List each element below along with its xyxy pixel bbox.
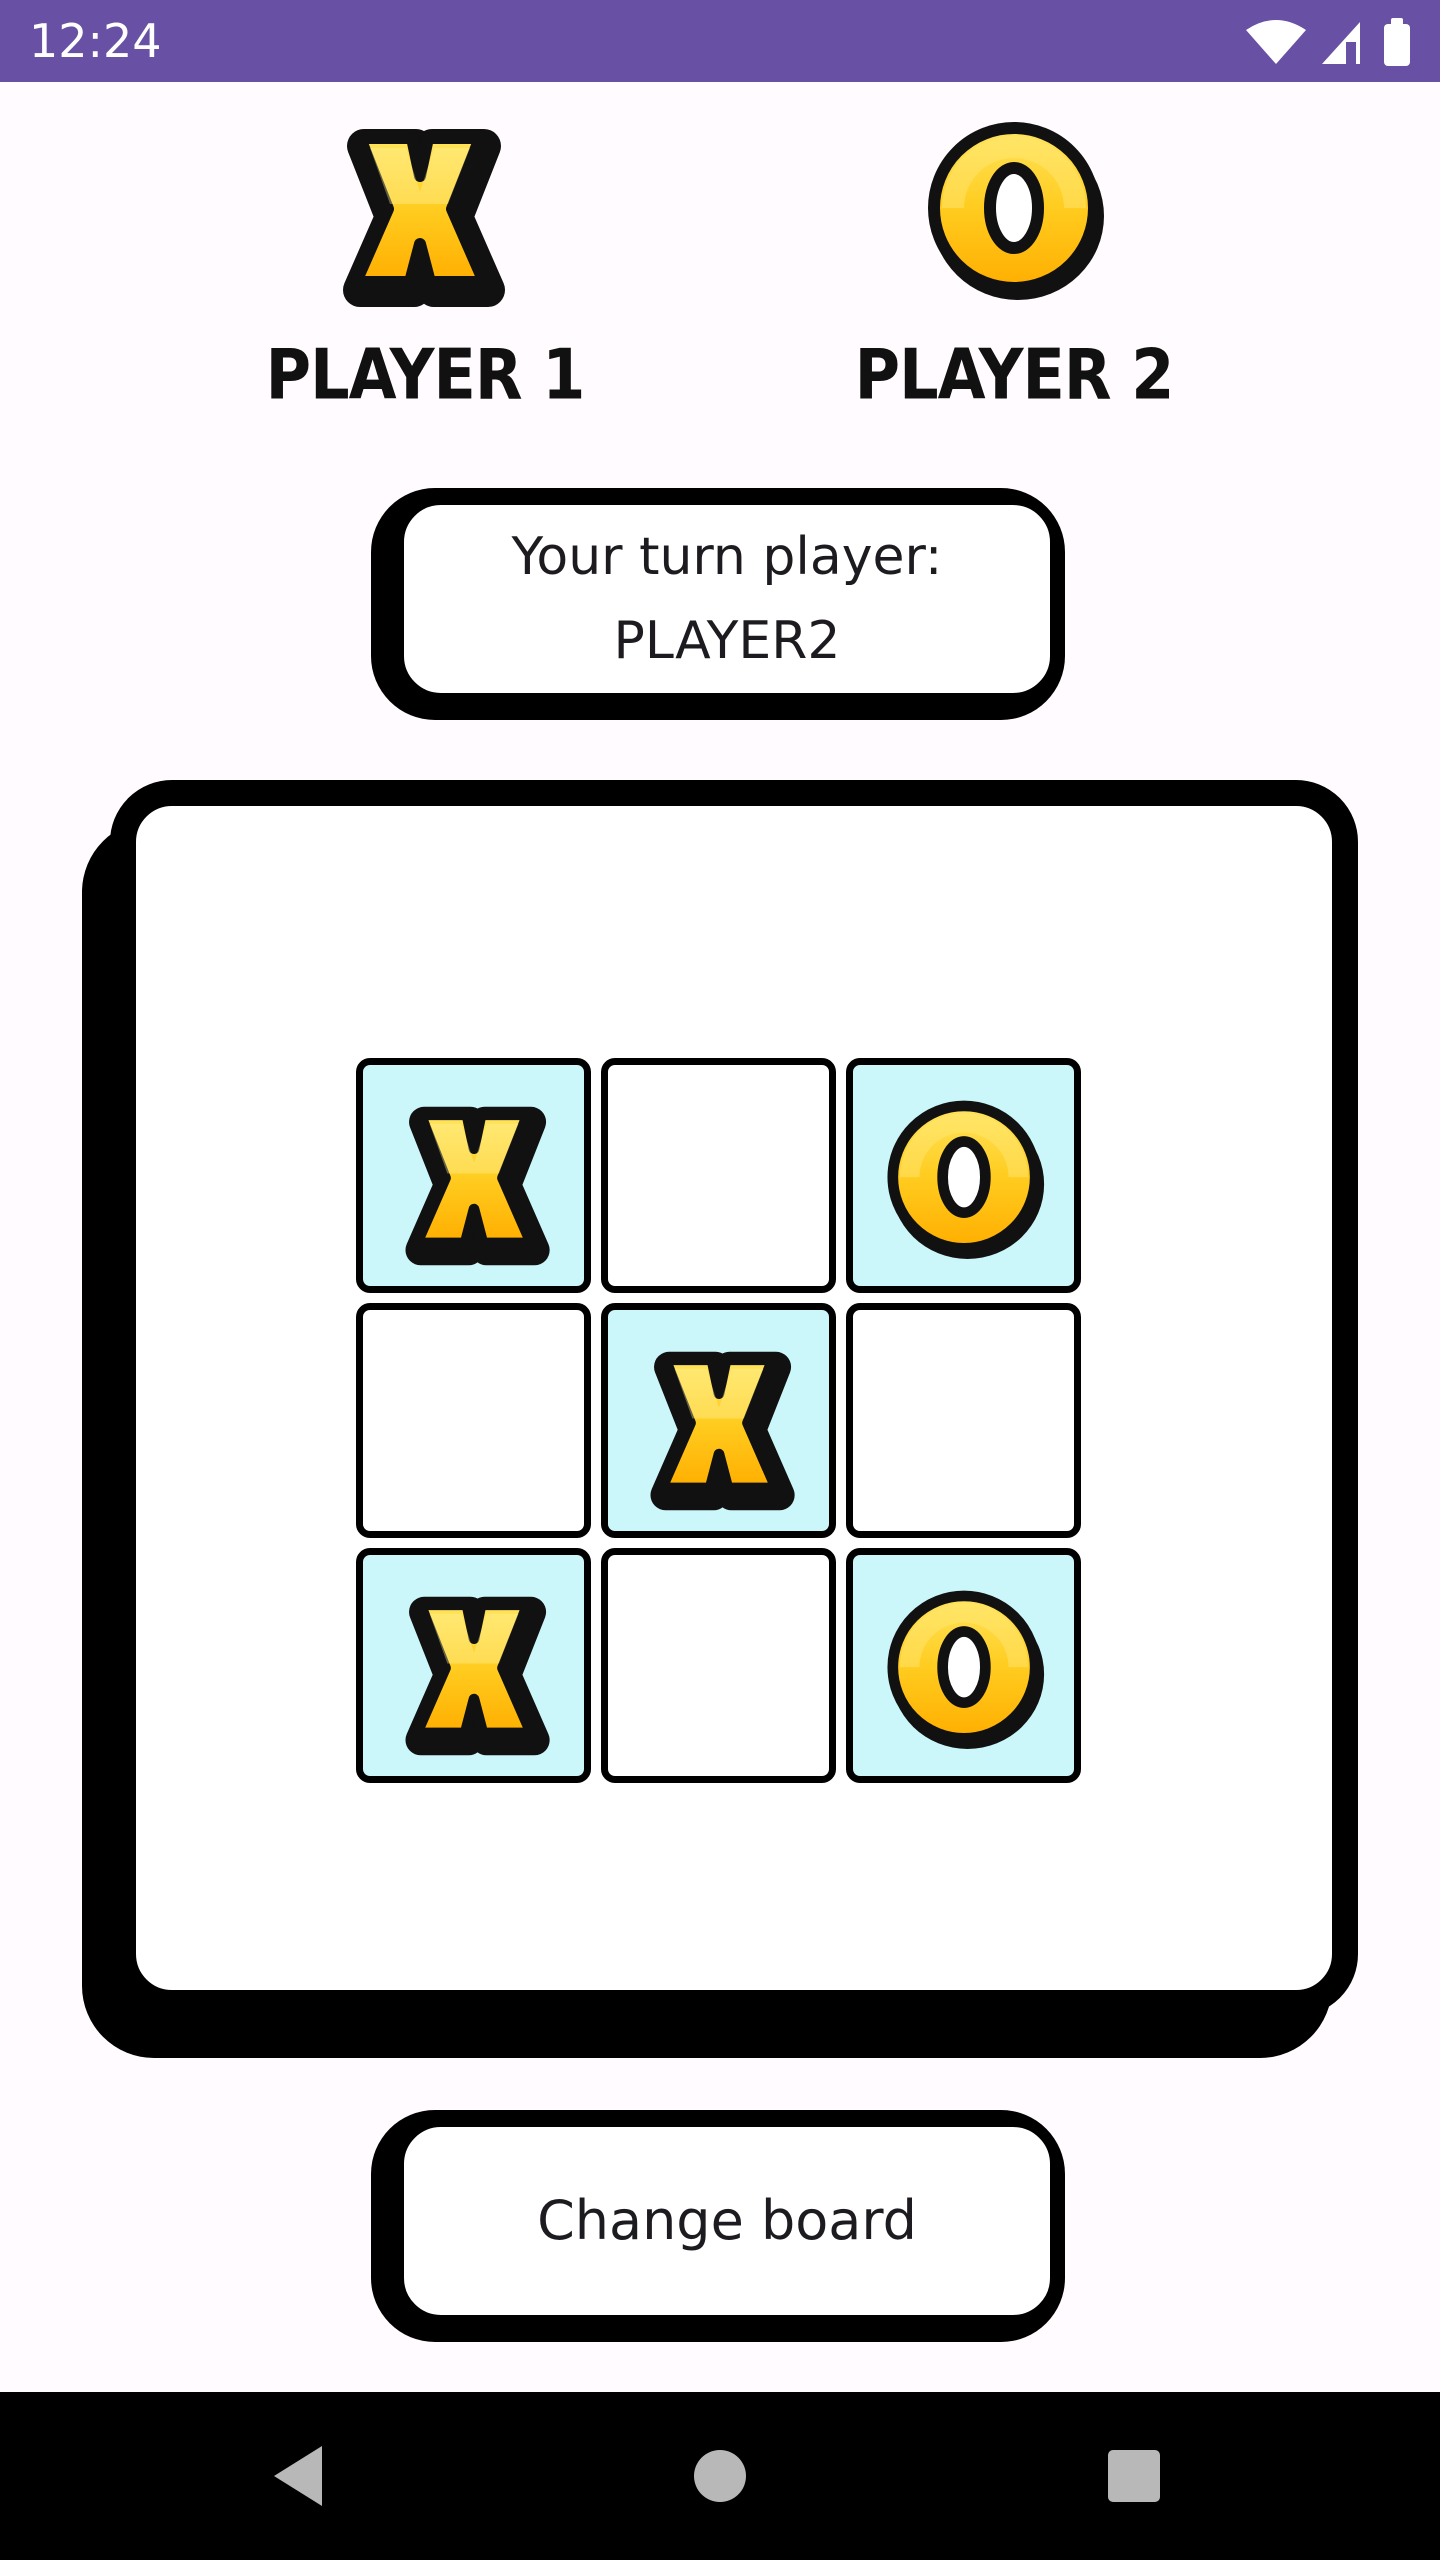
board-cell-3[interactable]: [846, 1058, 1081, 1293]
player-1-card: PLAYER 1: [235, 104, 615, 424]
player-1-label: PLAYER 1: [265, 333, 586, 416]
board-cell-8[interactable]: [601, 1548, 836, 1783]
o-mark-icon: [875, 1083, 1053, 1273]
status-icons: [1246, 18, 1410, 66]
game-board: [356, 1058, 1083, 1785]
player-2-label: PLAYER 2: [854, 333, 1175, 416]
x-mark-icon: [630, 1328, 808, 1518]
board-cell-5[interactable]: [601, 1303, 836, 1538]
change-board-button[interactable]: Change board: [371, 2110, 1065, 2342]
back-icon[interactable]: [252, 2428, 348, 2524]
navigation-bar: [0, 2392, 1440, 2560]
x-mark-icon: [385, 1083, 563, 1273]
board-cell-2[interactable]: [601, 1058, 836, 1293]
turn-box-face: Your turn player: PLAYER2: [395, 496, 1059, 702]
turn-text: Your turn player: PLAYER2: [404, 515, 1050, 683]
o-mark-icon: [824, 104, 1204, 324]
board-cell-1[interactable]: [356, 1058, 591, 1293]
change-board-label: Change board: [537, 2189, 917, 2252]
signal-icon: [1322, 22, 1360, 64]
board-cell-9[interactable]: [846, 1548, 1081, 1783]
x-mark-icon: [235, 104, 615, 324]
home-icon[interactable]: [672, 2428, 768, 2524]
change-board-face: Change board: [395, 2118, 1059, 2324]
status-time: 12:24: [29, 14, 162, 68]
battery-icon: [1384, 18, 1410, 66]
x-mark-icon: [385, 1573, 563, 1763]
turn-indicator: Your turn player: PLAYER2: [371, 488, 1065, 720]
board-cell-7[interactable]: [356, 1548, 591, 1783]
o-mark-icon: [875, 1573, 1053, 1763]
status-bar: 12:24: [0, 0, 1440, 82]
board-cell-6[interactable]: [846, 1303, 1081, 1538]
board-cell-4[interactable]: [356, 1303, 591, 1538]
turn-line-1: Your turn player:: [511, 527, 943, 587]
wifi-icon: [1246, 20, 1306, 64]
turn-current-player: PLAYER2: [613, 611, 841, 671]
player-2-card: PLAYER 2: [824, 104, 1204, 424]
recents-icon[interactable]: [1086, 2428, 1182, 2524]
